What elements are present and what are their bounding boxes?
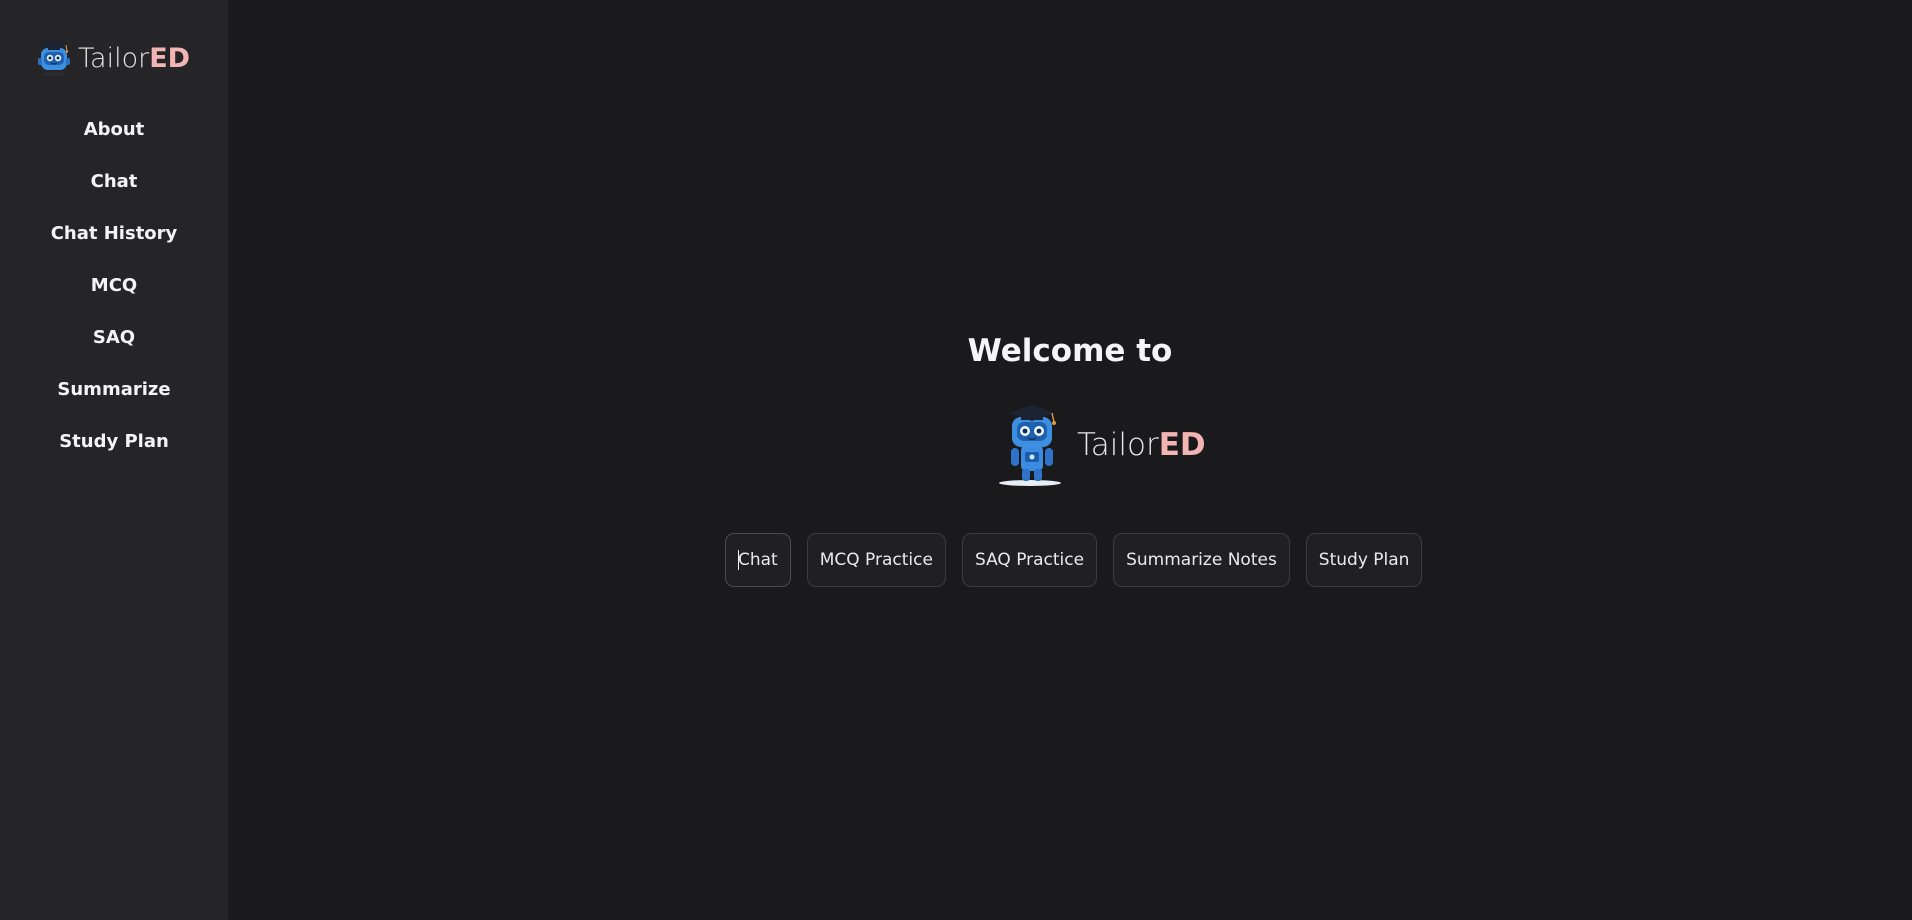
sidebar-item-saq[interactable]: SAQ [0,320,228,372]
study-plan-button[interactable]: Study Plan [1305,533,1423,587]
sidebar: TailorED About Chat Chat History MCQ SAQ… [0,0,228,920]
welcome-heading: Welcome to [967,333,1173,369]
sidebar-logo[interactable]: TailorED [36,36,190,80]
quick-actions: Chat MCQ Practice SAQ Practice Summarize… [725,533,1423,587]
sidebar-item-mcq[interactable]: MCQ [0,268,228,320]
brand-name-accent: ED [149,42,191,74]
summarize-notes-button[interactable]: Summarize Notes [1113,533,1290,587]
chat-button[interactable]: Chat [725,533,791,587]
sidebar-item-summarize[interactable]: Summarize [0,372,228,424]
hero-logo: TailorED [997,402,1206,488]
sidebar-brand-name: TailorED [78,45,190,72]
main-content: Welcome to TailorED Chat MCQ Practice SA… [228,0,1912,920]
sidebar-item-chat-history[interactable]: Chat History [0,216,228,268]
saq-practice-button[interactable]: SAQ Practice [961,533,1098,587]
robot-mascot-icon [999,405,1061,486]
brand-name-light: Tailor [78,42,150,74]
hero-brand-name-light: Tailor [1077,426,1159,463]
robot-logo-icon [38,40,70,76]
hero-brand-name-accent: ED [1158,426,1206,463]
hero-brand-name: TailorED [1077,426,1206,463]
sidebar-item-about[interactable]: About [0,112,228,164]
mcq-practice-button[interactable]: MCQ Practice [806,533,946,587]
sidebar-item-chat[interactable]: Chat [0,164,228,216]
app-window: TailorED About Chat Chat History MCQ SAQ… [0,0,1912,920]
sidebar-nav: About Chat Chat History MCQ SAQ Summariz… [0,112,228,476]
chat-button-label: Chat [738,550,778,570]
sidebar-item-study-plan[interactable]: Study Plan [0,424,228,476]
